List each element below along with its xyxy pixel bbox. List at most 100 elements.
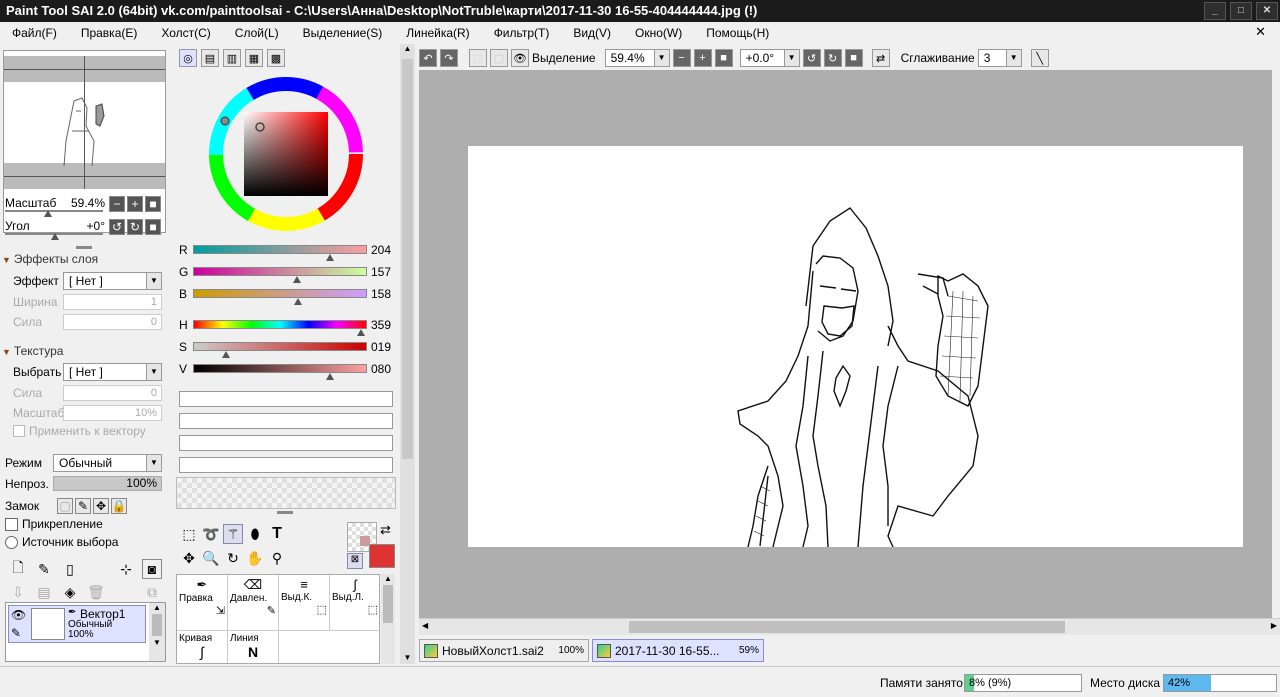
eyedropper-tool-icon[interactable]: ⚲ (267, 548, 287, 568)
selection-eye-icon[interactable]: 👁 (511, 49, 529, 67)
zoom-tool-icon[interactable]: 🔍 (201, 548, 221, 568)
apply-to-vector-checkbox[interactable] (13, 425, 25, 437)
new-layer-icon[interactable]: 🗋 (8, 559, 28, 579)
toolbar-rotate-right-button[interactable]: ↻ (823, 49, 842, 67)
brush-grid-scrollbar[interactable]: ▲ (381, 574, 395, 664)
undo-icon[interactable]: ↶ (419, 49, 437, 67)
toolbar-rotate-left-button[interactable]: ↺ (802, 49, 821, 67)
scratchpad-tab-icon[interactable]: ▩ (267, 49, 285, 67)
texture-strength-field[interactable]: 0 (63, 385, 162, 401)
hand-tool-icon[interactable]: ✋ (245, 548, 265, 568)
g-slider[interactable] (193, 267, 367, 276)
lock-draw-icon[interactable]: ✎ (75, 498, 91, 514)
layer-edit-icon[interactable]: ✎ (11, 626, 21, 640)
tab-new-canvas[interactable]: НовыйХолст1.sai2 100% (419, 639, 589, 662)
swatches-tab-icon[interactable]: ▦ (245, 49, 263, 67)
rotate-right-button[interactable]: ↻ (127, 219, 143, 235)
new-folder-icon[interactable]: ▯ (60, 559, 80, 579)
panel-splitter[interactable] (277, 511, 293, 514)
rotate-reset-button[interactable]: ■ (145, 219, 161, 235)
s-slider[interactable] (193, 342, 367, 351)
menu-window[interactable]: Окно(W) (623, 22, 694, 44)
brush-select-l[interactable]: ∫ Выд.Л. ⬚ (330, 575, 379, 631)
angle-select[interactable]: +0.0° ▼ (739, 49, 800, 67)
user-slider-3[interactable] (179, 435, 393, 451)
brush-curve[interactable]: Кривая ∫ (177, 631, 228, 663)
layer-merge-icon[interactable]: ▤ (34, 582, 54, 602)
h-slider[interactable] (193, 320, 367, 329)
scale-slider[interactable] (5, 210, 103, 212)
v-slider[interactable] (193, 364, 367, 373)
zoom-reset-button[interactable]: ■ (145, 196, 161, 212)
toolbar-zoom-in-button[interactable]: + (693, 49, 712, 67)
magic-wand-tool-icon[interactable]: ⚚ (223, 524, 243, 544)
lock-move-icon[interactable]: ✥ (93, 498, 109, 514)
rotate-left-button[interactable]: ↺ (109, 219, 125, 235)
canvas-hscrollbar[interactable]: ◀ ▶ (419, 618, 1280, 635)
tab-current-image[interactable]: 2017-11-30 16-55... 59% (592, 639, 764, 662)
layer-copy-icon[interactable]: ⇩ (8, 582, 28, 602)
r-slider[interactable] (193, 245, 367, 254)
zoom-select[interactable]: 59.4% ▼ (604, 49, 670, 67)
straight-line-icon[interactable]: ╲ (1030, 49, 1049, 67)
swap-colors-icon[interactable]: ⇄ (380, 522, 391, 538)
rect-select-tool-icon[interactable]: ⬚ (179, 524, 199, 544)
new-layer-group-icon[interactable]: ⊹ (116, 559, 136, 579)
lock-all-icon[interactable]: 🔒 (111, 498, 127, 514)
current-color-swatch[interactable] (360, 536, 370, 546)
menu-selection[interactable]: Выделение(S) (291, 22, 395, 44)
user-slider-2[interactable] (179, 413, 393, 429)
hsv-slider-tab-icon[interactable]: ▥ (223, 49, 241, 67)
menu-view[interactable]: Вид(V) (561, 22, 623, 44)
toolbar-rotate-reset-button[interactable]: ■ (844, 49, 863, 67)
toolbar-zoom-reset-button[interactable]: ■ (714, 49, 733, 67)
mid-panel-scrollbar[interactable]: ▲ ▼ (400, 44, 415, 664)
effect-strength-field[interactable]: 0 (63, 314, 162, 330)
toolbar-zoom-out-button[interactable]: − (672, 49, 691, 67)
lasso-tool-icon[interactable]: ➰ (201, 524, 221, 544)
pin-checkbox[interactable] (5, 517, 18, 531)
flip-horizontal-icon[interactable]: ⇄ (871, 49, 890, 67)
rgb-slider-tab-icon[interactable]: ▤ (201, 49, 219, 67)
menu-canvas[interactable]: Холст(C) (149, 22, 222, 44)
delete-layer-icon[interactable]: 🗑 (86, 582, 106, 602)
b-slider[interactable] (193, 289, 367, 298)
zoom-out-button[interactable]: − (109, 196, 125, 212)
menu-filter[interactable]: Фильтр(T) (482, 22, 562, 44)
color-wheel-tab-icon[interactable]: ◎ (179, 49, 197, 67)
width-field[interactable]: 1 (63, 294, 162, 310)
layer-effects-header[interactable]: ▼ Эффекты слоя (2, 252, 98, 266)
brush-edit[interactable]: ✒ Правка ⇲ (177, 575, 228, 631)
close-button[interactable]: ✕ (1256, 2, 1278, 20)
color-wheel[interactable] (206, 74, 366, 234)
maximize-button[interactable]: □ (1230, 2, 1252, 20)
layer-list-scrollbar[interactable]: ▲ ▼ (149, 603, 165, 661)
texture-scale-field[interactable]: 10% (63, 405, 162, 421)
canvas-hscroll-thumb[interactable] (629, 621, 1065, 633)
deselect-icon[interactable]: ⬚ (469, 49, 487, 67)
texture-header[interactable]: ▼ Текстура (2, 344, 63, 358)
visibility-eye-icon[interactable]: 👁 (11, 608, 26, 622)
primary-color-swatch[interactable] (369, 544, 395, 568)
canvas-area[interactable] (419, 70, 1272, 618)
layer-row[interactable]: 👁 ✎ ✒ Вектор1 Обычный 100% (8, 605, 146, 643)
shape-tool-icon[interactable]: ⬮ (245, 524, 265, 544)
menu-layer[interactable]: Слой(L) (223, 22, 291, 44)
canvas-paper[interactable] (468, 146, 1243, 548)
opacity-slider[interactable]: 100% (53, 476, 162, 491)
redo-icon[interactable]: ↷ (440, 49, 458, 67)
brush-line[interactable]: Линия N (228, 631, 279, 663)
brush-pressure[interactable]: ⌫ Давлен. ✎ (228, 575, 279, 631)
lock-transparency-icon[interactable]: ▢ (57, 498, 73, 514)
zoom-in-button[interactable]: + (127, 196, 143, 212)
user-slider-4[interactable] (179, 457, 393, 473)
transparency-toggle-icon[interactable]: ⊠ (347, 553, 363, 569)
menu-file[interactable]: Файл(F) (0, 22, 69, 44)
blend-mode-select[interactable]: Обычный ▼ (53, 454, 162, 472)
move-tool-icon[interactable]: ✥ (179, 548, 199, 568)
menu-help[interactable]: Помощь(H) (694, 22, 781, 44)
brush-select-k[interactable]: ≡ Выд.К. ⬚ (279, 575, 330, 631)
mask-icon[interactable]: ◙ (142, 559, 162, 579)
color-swatches[interactable] (176, 477, 396, 509)
menu-ruler[interactable]: Линейка(R) (394, 22, 481, 44)
